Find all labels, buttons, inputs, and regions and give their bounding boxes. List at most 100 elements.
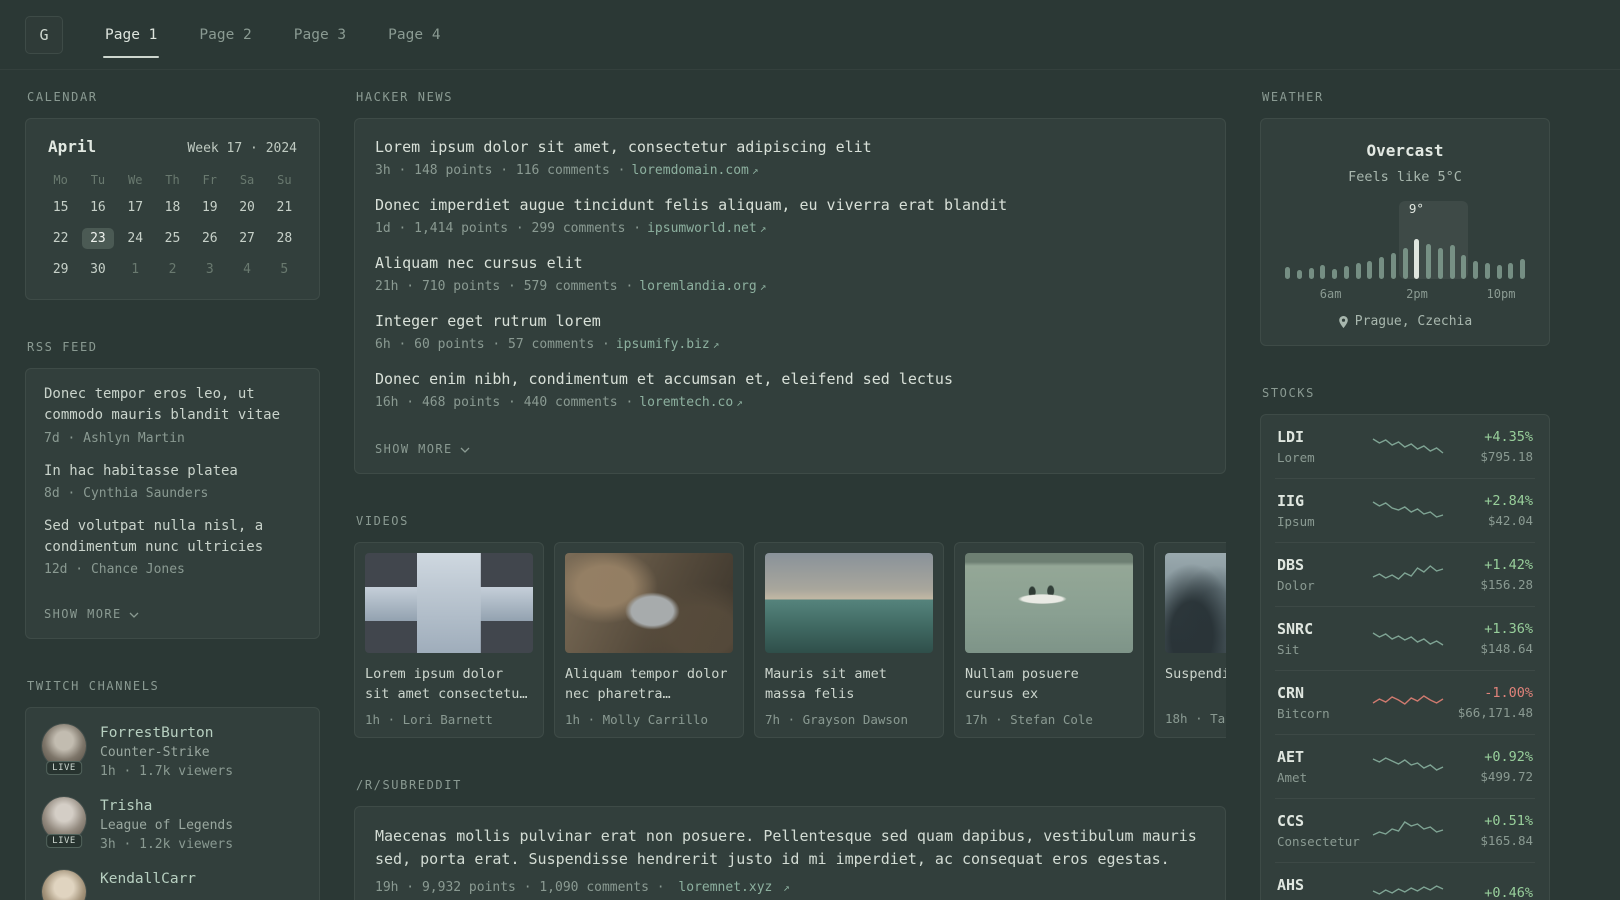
calendar-month: April: [48, 137, 97, 156]
news-item: Donec enim nibh, condimentum et accumsan…: [375, 369, 1205, 410]
rss-item-title[interactable]: In hac habitasse platea: [44, 461, 301, 482]
right-column: WEATHER Overcast Feels like 5°C 9° 6am 2p…: [1260, 90, 1550, 900]
news-item-domain[interactable]: ipsumworld.net: [647, 221, 757, 236]
rss-item-title[interactable]: Sed volutpat nulla nisl, a condimentum n…: [44, 516, 301, 559]
stock-ticker[interactable]: DBS: [1277, 556, 1369, 574]
calendar-day: 29: [52, 262, 69, 277]
stock-name: Consectetur: [1277, 834, 1360, 849]
videos-widget: VIDEOS Lorem ipsum dolor sit amet consec…: [354, 514, 1226, 738]
news-item-domain[interactable]: loremlandia.org: [639, 279, 756, 294]
sparkline-chart: [1372, 564, 1444, 580]
hacker-news-widget: HACKER NEWS Lorem ipsum dolor sit amet, …: [354, 90, 1226, 474]
calendar-day: 17: [127, 200, 144, 215]
stock-price: $795.18: [1480, 449, 1533, 464]
video-thumbnail-hands-holding-camera[interactable]: [565, 553, 733, 653]
tab-page-4[interactable]: Page 4: [386, 0, 442, 70]
video-thumbnail-foggy-figure[interactable]: [1165, 553, 1226, 653]
stocks-card: LDI Lorem +4.35% $795.18 IIG Ipsum +2.84% $42.0…: [1260, 414, 1550, 900]
weather-bar: [1484, 263, 1490, 279]
news-item-title[interactable]: Integer eget rutrum lorem: [375, 311, 1205, 332]
tab-page-3[interactable]: Page 3: [292, 0, 348, 70]
live-badge: LIVE: [46, 834, 82, 849]
widget-title-calendar: CALENDAR: [27, 90, 98, 104]
channel-name[interactable]: ForrestBurton: [100, 725, 233, 741]
reddit-post-title[interactable]: Maecenas mollis pulvinar erat non posuer…: [375, 825, 1205, 872]
channel-category: League of Legends: [100, 818, 234, 834]
widget-title-subreddit: /R/SUBREDDIT: [356, 777, 462, 792]
news-item-title[interactable]: Aliquam nec cursus elit: [375, 253, 1205, 274]
twitch-channel: LIVE ForrestBurton Counter-Strike 1h · 1.7k…: [42, 724, 303, 779]
news-item-meta: 6h · 60 points · 57 comments · ipsumify.b…: [375, 337, 1205, 352]
rss-show-more-button[interactable]: SHOW MORE: [44, 607, 139, 621]
tab-page-2[interactable]: Page 2: [197, 0, 253, 70]
hacker-news-card: Lorem ipsum dolor sit amet, consectetur …: [354, 118, 1226, 474]
app-logo[interactable]: G: [25, 15, 63, 54]
stock-ticker[interactable]: AET: [1277, 748, 1369, 766]
calendar-day: 4: [243, 262, 251, 277]
channel-name[interactable]: Trisha: [100, 798, 233, 814]
news-item-title[interactable]: Donec enim nibh, condimentum et accumsan…: [375, 369, 1205, 390]
news-item-domain[interactable]: ipsumify.biz: [616, 337, 710, 352]
stock-ticker[interactable]: CCS: [1277, 812, 1369, 830]
news-item-stats: 16h · 468 points · 440 comments ·: [375, 395, 634, 410]
channel-avatar[interactable]: [42, 870, 86, 900]
news-item-domain[interactable]: loremdomain.com: [631, 163, 748, 178]
calendar-day: 2: [168, 262, 177, 277]
video-thumbnail-boat-wake-sea[interactable]: [765, 553, 933, 653]
news-item-title[interactable]: Donec imperdiet augue tincidunt felis al…: [375, 195, 1205, 216]
dashboard-page: G Page 1 Page 2 Page 3 Page 4 CALENDAR Apri…: [0, 0, 1620, 900]
stock-sparkline: [1369, 880, 1447, 900]
video-title[interactable]: Mauris sit amet massa felis: [765, 664, 933, 705]
rss-item-title[interactable]: Donec tempor eros leo, ut commodo mauris…: [44, 384, 301, 427]
hacker-news-show-more-button[interactable]: SHOW MORE: [375, 442, 470, 456]
video-thumbnail-concrete-cross-sky[interactable]: [365, 553, 533, 653]
middle-column: HACKER NEWS Lorem ipsum dolor sit amet, …: [354, 90, 1226, 900]
channel-meta: 1h · 1.7k viewers: [100, 764, 234, 780]
weather-feels-like: Feels like 5°C: [1348, 169, 1462, 185]
video-thumbnail-canoe-green-lake[interactable]: [965, 553, 1133, 653]
channel-name[interactable]: KendallCarr: [100, 871, 196, 887]
weather-temp-label: 9°: [1408, 201, 1424, 216]
video-title[interactable]: Lorem ipsum dolor sit amet consectetu…: [365, 664, 533, 705]
calendar-day: 1: [131, 262, 140, 277]
calendar-day: 20: [239, 200, 255, 215]
external-link-icon: ↗: [759, 222, 767, 235]
twitch-channel-list: LIVE ForrestBurton Counter-Strike 1h · 1.7k…: [42, 724, 303, 900]
stock-ticker[interactable]: LDI: [1277, 428, 1369, 446]
calendar-day: 30: [90, 262, 106, 277]
sparkline-chart: [1372, 820, 1444, 836]
stock-row: AET Amet +0.92% $499.72: [1275, 734, 1535, 798]
video-meta: 18h · Tara: [1165, 711, 1226, 726]
stock-ticker[interactable]: SNRC: [1277, 620, 1369, 638]
top-bar: G Page 1 Page 2 Page 3 Page 4: [0, 0, 1620, 70]
tab-page-1[interactable]: Page 1: [103, 0, 160, 70]
external-link-icon: ↗: [783, 881, 790, 894]
news-item-title[interactable]: Lorem ipsum dolor sit amet, consectetur …: [375, 137, 1205, 158]
sparkline-chart: [1372, 500, 1444, 518]
reddit-post-domain[interactable]: loremnet.xyz: [678, 880, 772, 895]
stock-sparkline: [1369, 688, 1447, 718]
weather-bar: [1343, 266, 1349, 279]
video-meta: 1h · Molly Carrillo: [565, 711, 708, 727]
weather-bar: [1508, 262, 1514, 279]
video-title[interactable]: Suspendisse diam: [1165, 664, 1226, 704]
news-item-meta: 16h · 468 points · 440 comments · loremte…: [375, 395, 1205, 410]
location-pin-icon: [1338, 315, 1348, 328]
weather-bar: [1414, 239, 1420, 279]
weather-widget: WEATHER Overcast Feels like 5°C 9° 6am 2p…: [1260, 90, 1550, 346]
news-item-domain[interactable]: loremtech.co: [639, 395, 733, 410]
stock-ticker[interactable]: IIG: [1277, 492, 1369, 510]
video-card: Nullam posuere cursus ex 17h · Stefan Col…: [954, 542, 1144, 738]
weather-bar: [1332, 268, 1337, 279]
video-title[interactable]: Nullam posuere cursus ex: [965, 664, 1133, 705]
video-title[interactable]: Aliquam tempor dolor nec pharetra…: [565, 664, 733, 705]
rss-item-meta: 8d · Cynthia Saunders: [44, 485, 209, 501]
stock-ticker[interactable]: CRN: [1277, 684, 1369, 702]
stock-ticker[interactable]: AHS: [1277, 876, 1369, 894]
show-more-label: SHOW MORE: [44, 607, 122, 622]
stock-price: $156.28: [1480, 577, 1533, 592]
stock-change: +1.42%: [1484, 557, 1533, 573]
news-item: Integer eget rutrum lorem 6h · 60 points …: [375, 311, 1205, 352]
calendar-weekday: Mo: [53, 173, 68, 187]
calendar-day-grid: 15 16 17 18 19 20 21 22 23 24 25 26 27 28 29 30 1 2 3 4 5: [42, 192, 303, 285]
